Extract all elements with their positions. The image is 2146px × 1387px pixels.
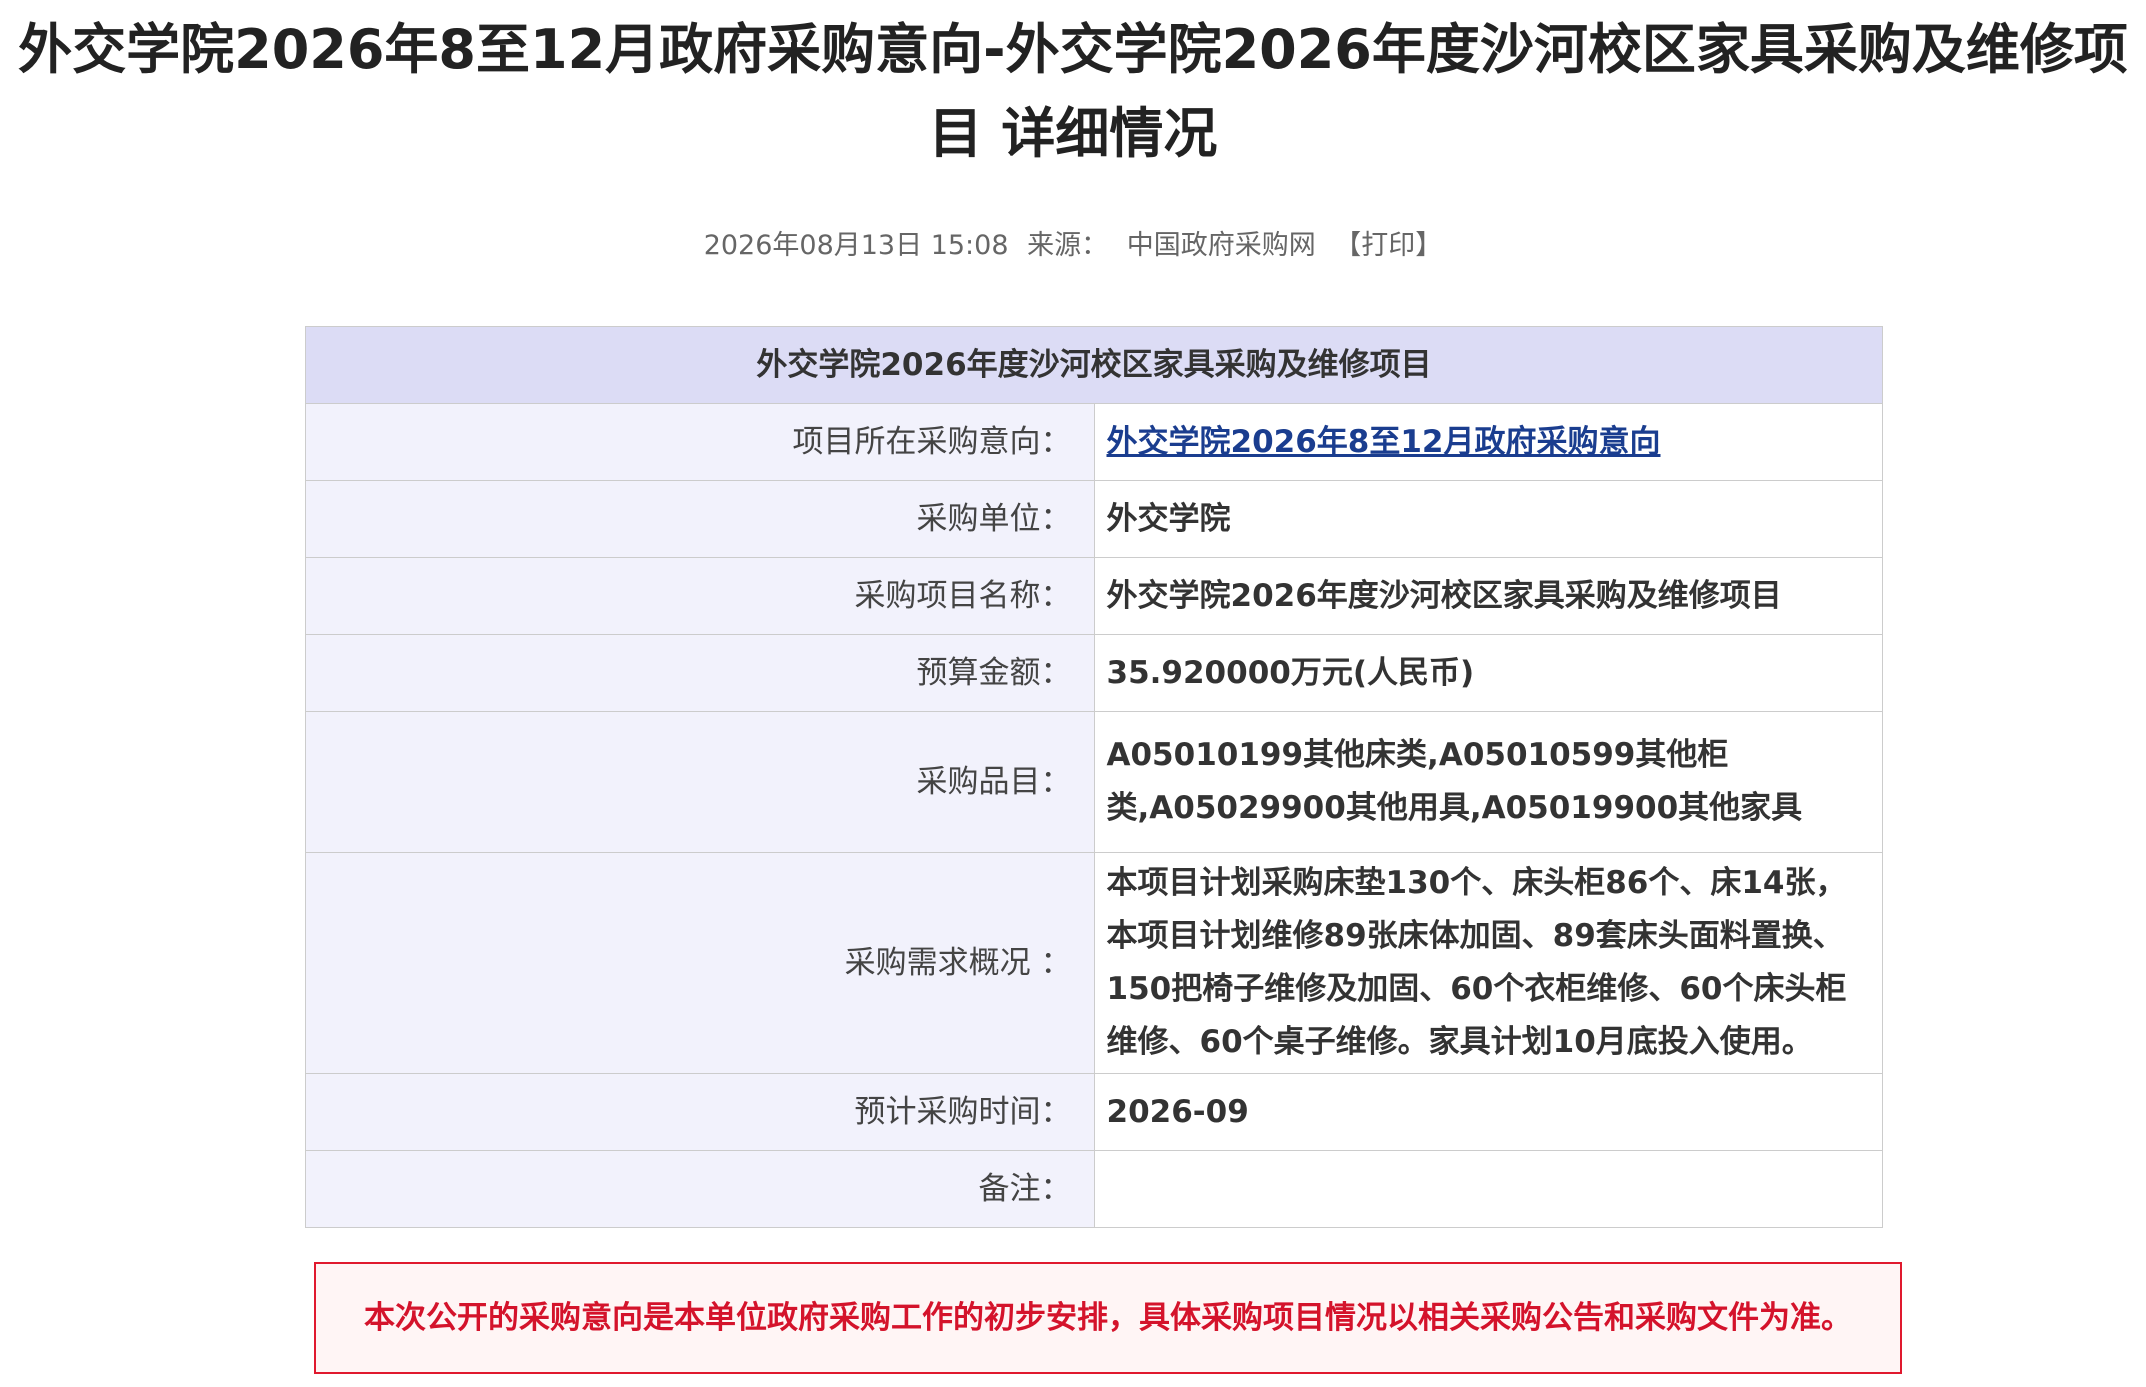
row-label-budget: 预算金额： [305,634,1095,712]
row-label-project-name: 采购项目名称： [305,557,1095,635]
table-row: 备注： [305,1150,1883,1228]
row-value-project-name: 外交学院2026年度沙河校区家具采购及维修项目 [1093,557,1883,635]
table-row: 采购品目： A05010199其他床类,A05010599其他柜类,A05029… [305,711,1883,853]
procurement-intent-link[interactable]: 外交学院2026年8至12月政府采购意向 [1107,424,1661,460]
row-value-items: A05010199其他床类,A05010599其他柜类,A05029900其他用… [1093,711,1883,853]
table-row: 预计采购时间： 2026-09 [305,1073,1883,1151]
row-value-intent: 外交学院2026年8至12月政府采购意向 [1093,403,1883,481]
disclaimer-notice: 本次公开的采购意向是本单位政府采购工作的初步安排，具体采购项目情况以相关采购公告… [314,1262,1902,1374]
publish-datetime: 2026年08月13日 15:08 [703,230,1009,261]
project-detail-table: 外交学院2026年度沙河校区家具采购及维修项目 项目所在采购意向： 外交学院20… [305,326,1883,1228]
table-row: 预算金额： 35.920000万元(人民币) [305,634,1883,712]
row-label-remarks: 备注： [305,1150,1095,1228]
table-row: 采购单位： 外交学院 [305,480,1883,558]
table-row: 采购项目名称： 外交学院2026年度沙河校区家具采购及维修项目 [305,557,1883,635]
table-heading: 外交学院2026年度沙河校区家具采购及维修项目 [305,326,1883,404]
print-button[interactable]: 【打印】 [1334,222,1442,270]
row-value-expected-time: 2026-09 [1093,1073,1883,1151]
article-meta: 2026年08月13日 15:08 来源： 中国政府采购网 【打印】 [0,222,2146,270]
row-value-requirements: 本项目计划采购床垫130个、床头柜86个、床14张，本项目计划维修89张床体加固… [1093,852,1883,1074]
row-label-expected-time: 预计采购时间： [305,1073,1095,1151]
row-label-requirements: 采购需求概况 ： [305,852,1095,1074]
row-label-items: 采购品目： [305,711,1095,853]
row-value-budget: 35.920000万元(人民币) [1093,634,1883,712]
row-label-intent: 项目所在采购意向： [305,403,1095,481]
row-value-unit: 外交学院 [1093,480,1883,558]
page-title: 外交学院2026年8至12月政府采购意向-外交学院2026年度沙河校区家具采购及… [18,18,2128,165]
source-name: 中国政府采购网 [1126,230,1316,261]
row-label-unit: 采购单位： [305,480,1095,558]
row-value-remarks [1093,1150,1883,1228]
table-row: 项目所在采购意向： 外交学院2026年8至12月政府采购意向 [305,403,1883,481]
table-row: 采购需求概况 ： 本项目计划采购床垫130个、床头柜86个、床14张，本项目计划… [305,852,1883,1074]
source-label: 来源： [1027,230,1109,261]
